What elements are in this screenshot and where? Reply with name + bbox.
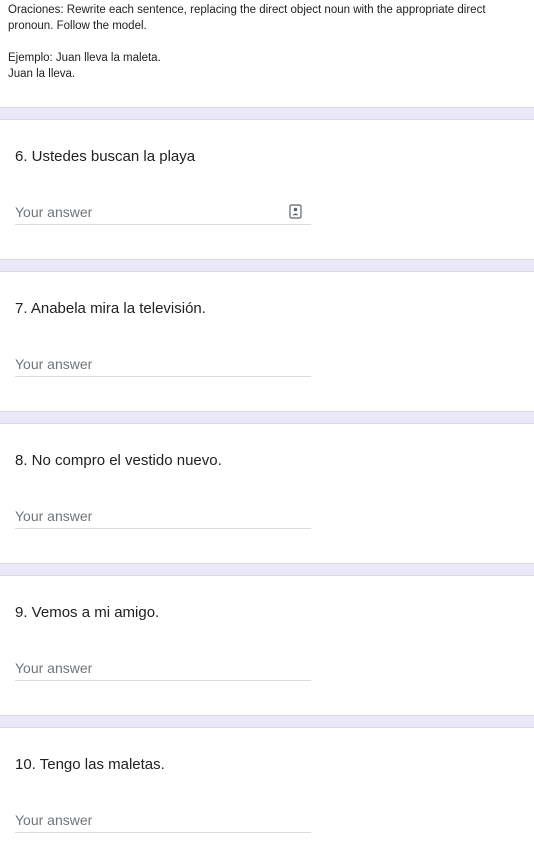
answer-placeholder: Your answer	[15, 812, 93, 828]
answer-placeholder: Your answer	[15, 204, 93, 220]
answer-placeholder: Your answer	[15, 356, 93, 372]
question-title: 9. Vemos a mi amigo.	[15, 604, 160, 621]
instructions-spacer	[8, 34, 534, 50]
answer-field[interactable]: Your answer	[15, 808, 311, 833]
answer-field[interactable]: Your answer	[15, 656, 311, 681]
contact-card-icon[interactable]	[289, 204, 302, 219]
form-instructions: Oraciones: Rewrite each sentence, replac…	[8, 2, 534, 82]
section-divider	[0, 411, 534, 424]
answer-field[interactable]: Your answer	[15, 352, 311, 377]
section-divider	[0, 715, 534, 728]
example-line-2: Juan la lleva.	[8, 68, 76, 80]
section-divider	[0, 563, 534, 576]
question-title: 7. Anabela mira la televisión.	[15, 300, 206, 317]
instructions-line-2: pronoun. Follow the model.	[8, 20, 147, 32]
instructions-line-1: Oraciones: Rewrite each sentence, replac…	[8, 4, 486, 16]
answer-placeholder: Your answer	[15, 660, 93, 676]
question-title: 8. No compro el vestido nuevo.	[15, 452, 222, 469]
section-divider	[0, 259, 534, 272]
section-divider	[0, 107, 534, 120]
question-title: 10. Tengo las maletas.	[15, 756, 165, 773]
answer-field[interactable]: Your answer	[15, 504, 311, 529]
answer-field[interactable]: Your answer	[15, 200, 311, 225]
question-title: 6. Ustedes buscan la playa	[15, 148, 196, 165]
answer-placeholder: Your answer	[15, 508, 93, 524]
example-line-1: Ejemplo: Juan lleva la maleta.	[8, 52, 161, 64]
